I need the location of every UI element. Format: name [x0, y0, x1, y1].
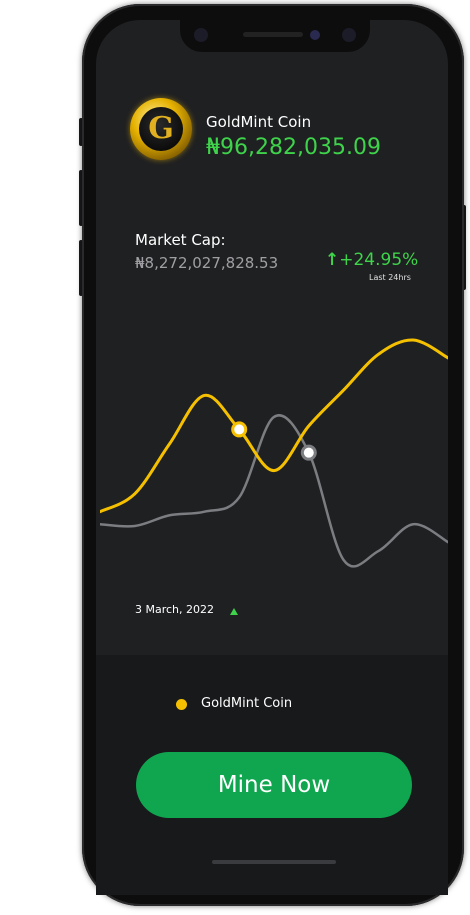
logo-letter: G	[139, 107, 183, 151]
price-change-period: Last 24hrs	[369, 273, 411, 282]
arrow-up-icon: ↑	[325, 250, 340, 270]
market-cap-value: ₦8,272,027,828.53	[135, 254, 279, 272]
sensor-icon	[310, 30, 320, 40]
price-chart[interactable]	[100, 330, 448, 570]
triangle-up-icon[interactable]	[230, 608, 238, 615]
series-line-1	[100, 414, 448, 568]
series-line-0	[100, 338, 448, 514]
mine-now-button[interactable]: Mine Now	[136, 752, 412, 818]
market-cap-label: Market Cap:	[135, 231, 226, 249]
price-change: ↑+24.95%	[325, 250, 418, 270]
highlight-point-0[interactable]	[231, 421, 248, 438]
sensor-icon	[342, 28, 356, 42]
chart-date: 3 March, 2022	[135, 603, 215, 616]
home-indicator[interactable]	[212, 860, 336, 864]
earpiece-speaker	[243, 32, 303, 37]
front-camera-icon	[194, 28, 208, 42]
coin-name: GoldMint Coin	[206, 113, 312, 131]
legend-dot-icon	[176, 699, 187, 710]
goldmint-logo-icon: G	[130, 98, 192, 160]
highlight-point-1[interactable]	[300, 444, 317, 461]
coin-price: ₦96,282,035.09	[206, 135, 381, 160]
legend-label: GoldMint Coin	[201, 696, 293, 711]
price-change-value: +24.95%	[339, 250, 419, 270]
